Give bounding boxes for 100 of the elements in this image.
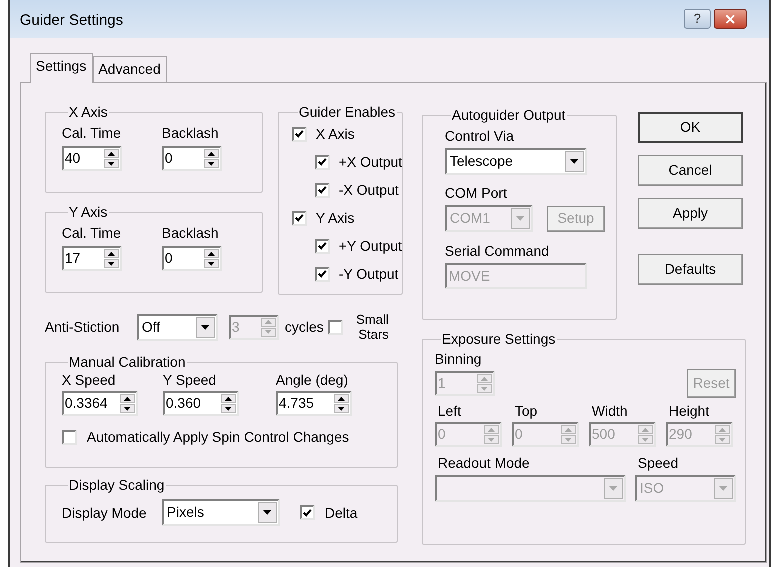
up-arrow-icon bbox=[225, 396, 232, 400]
check-icon bbox=[318, 270, 327, 278]
field-label: Readout Mode bbox=[437, 454, 531, 473]
checkbox[interactable] bbox=[315, 238, 330, 254]
field-label: COM Port bbox=[445, 184, 508, 203]
field-label: Backlash bbox=[162, 224, 220, 243]
group-title: Guider Enables bbox=[298, 104, 397, 120]
checkbox[interactable] bbox=[292, 210, 307, 226]
caret-icon bbox=[201, 324, 210, 330]
down-arrow-icon bbox=[108, 162, 115, 166]
field-label: Cal. Time bbox=[62, 224, 122, 243]
check-icon bbox=[295, 130, 304, 138]
group-title: X Axis bbox=[68, 104, 109, 120]
spin-field[interactable]: 0.360 bbox=[163, 391, 239, 416]
spin-down-button[interactable] bbox=[104, 159, 119, 168]
down-arrow-icon bbox=[481, 386, 488, 390]
check-icon bbox=[318, 186, 327, 194]
spin-up-button[interactable] bbox=[104, 249, 119, 258]
field-label: -Y Output bbox=[339, 265, 399, 284]
check-icon bbox=[318, 158, 327, 166]
check-icon bbox=[303, 508, 312, 516]
dropdown-arrow-button[interactable] bbox=[565, 151, 584, 172]
spin-down-button[interactable] bbox=[204, 159, 219, 168]
help-button[interactable]: ? bbox=[684, 9, 711, 29]
tab[interactable]: Settings bbox=[30, 53, 93, 83]
spin-down-button[interactable] bbox=[104, 259, 119, 268]
field-label: Display Mode bbox=[62, 504, 148, 522]
up-arrow-icon bbox=[488, 428, 495, 432]
window-title: Guider Settings bbox=[20, 10, 124, 31]
caret-icon bbox=[263, 510, 272, 515]
field-label: Delta bbox=[325, 504, 358, 522]
spin-field[interactable]: 40 bbox=[62, 146, 122, 171]
tab[interactable]: Advanced bbox=[92, 56, 167, 82]
spin-down-button[interactable] bbox=[334, 404, 349, 413]
caret-icon bbox=[609, 486, 618, 491]
down-arrow-icon bbox=[642, 438, 649, 442]
dropdown-arrow-button[interactable] bbox=[196, 316, 215, 338]
field-label: Binning bbox=[435, 350, 483, 369]
caret-icon bbox=[570, 159, 579, 164]
field-label: +Y Output bbox=[339, 237, 402, 256]
spin-up-button[interactable] bbox=[204, 249, 219, 258]
up-arrow-icon bbox=[719, 428, 726, 432]
caret-icon bbox=[516, 216, 525, 221]
field-label: X Speed bbox=[62, 371, 117, 390]
dropdown[interactable]: Off bbox=[137, 314, 218, 340]
dropdown-arrow-button[interactable] bbox=[258, 502, 277, 523]
checkbox[interactable] bbox=[315, 154, 330, 170]
close-button[interactable] bbox=[714, 9, 747, 29]
spin-field[interactable]: 0.3364 bbox=[62, 391, 138, 416]
checkbox[interactable] bbox=[300, 505, 315, 520]
spin-field[interactable]: 0 bbox=[162, 146, 222, 171]
checkbox[interactable] bbox=[315, 182, 330, 198]
field-label: Control Via bbox=[445, 127, 516, 146]
group-title: Autoguider Output bbox=[451, 107, 567, 123]
down-arrow-icon bbox=[108, 262, 115, 266]
spin-field[interactable]: 17 bbox=[62, 246, 122, 271]
dialog-button[interactable]: Cancel bbox=[638, 155, 743, 186]
spin-up-button[interactable] bbox=[120, 394, 135, 403]
spin-down-button[interactable] bbox=[221, 404, 236, 413]
down-arrow-icon bbox=[338, 406, 345, 410]
field-label: Cal. Time bbox=[62, 124, 122, 143]
spin-up-button[interactable] bbox=[204, 149, 219, 158]
dropdown[interactable]: Pixels bbox=[162, 499, 280, 526]
field-label: Width bbox=[591, 402, 629, 421]
field-label: Angle (deg) bbox=[276, 371, 350, 390]
field-label: Anti-Stiction bbox=[45, 318, 121, 337]
field-label: +X Output bbox=[339, 153, 402, 172]
checkbox[interactable] bbox=[62, 430, 77, 444]
spin-down-button[interactable] bbox=[120, 404, 135, 413]
group-title: Manual Calibration bbox=[68, 354, 187, 370]
down-arrow-icon bbox=[265, 330, 272, 334]
checkbox[interactable] bbox=[292, 126, 307, 142]
up-arrow-icon bbox=[338, 396, 345, 400]
up-arrow-icon bbox=[124, 396, 131, 400]
dialog-button[interactable]: Apply bbox=[638, 198, 743, 229]
spin-up-button[interactable] bbox=[104, 149, 119, 158]
field-label: Top bbox=[514, 402, 539, 421]
close-icon bbox=[724, 12, 737, 26]
up-arrow-icon bbox=[208, 152, 215, 156]
field-label: Y Speed bbox=[163, 371, 218, 390]
up-arrow-icon bbox=[208, 252, 215, 256]
group-title: Y Axis bbox=[68, 204, 109, 220]
spin-field[interactable]: 0 bbox=[162, 246, 222, 271]
spin-up-button[interactable] bbox=[221, 394, 236, 403]
checkbox[interactable] bbox=[328, 320, 343, 334]
spin-down-button[interactable] bbox=[204, 259, 219, 268]
spin-up-button[interactable] bbox=[334, 394, 349, 403]
up-arrow-icon bbox=[481, 376, 488, 380]
field-label: cycles bbox=[285, 318, 324, 337]
down-arrow-icon bbox=[565, 438, 572, 442]
dialog-button[interactable]: OK bbox=[638, 112, 743, 143]
down-arrow-icon bbox=[208, 162, 215, 166]
spin-field[interactable]: 4.735 bbox=[276, 391, 352, 416]
field-label: Left bbox=[437, 402, 462, 421]
checkbox[interactable] bbox=[315, 266, 330, 282]
check-icon bbox=[295, 214, 304, 222]
field-label: Serial Command bbox=[445, 242, 550, 261]
dropdown[interactable]: Telescope bbox=[445, 148, 587, 175]
field-label: Height bbox=[668, 402, 710, 421]
dialog-button[interactable]: Defaults bbox=[638, 254, 743, 285]
